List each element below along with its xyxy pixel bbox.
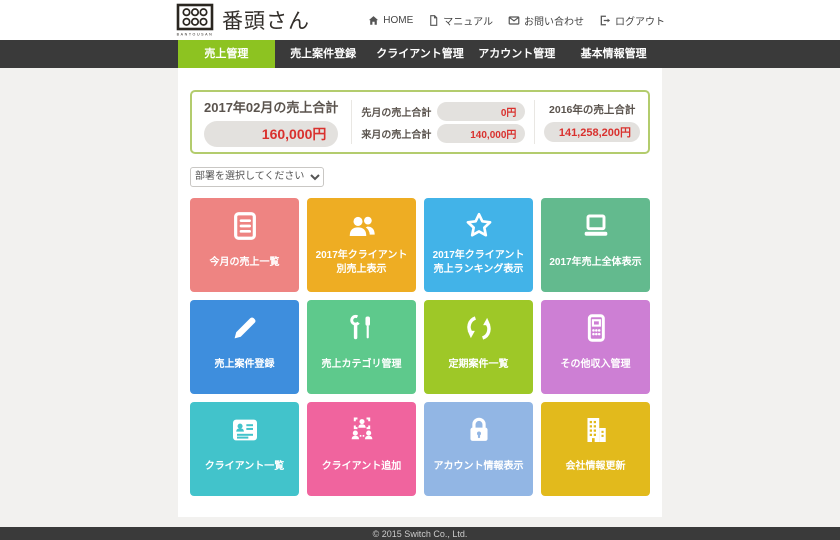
tile-recurring-items[interactable]: 定期案件一覧 bbox=[424, 300, 533, 394]
lock-icon bbox=[463, 413, 495, 447]
add-client-icon bbox=[346, 413, 378, 447]
manual-link[interactable]: マニュアル bbox=[428, 13, 493, 28]
home-link[interactable]: HOME bbox=[368, 15, 413, 26]
users-icon bbox=[346, 209, 378, 243]
tab-basic-info-management[interactable]: 基本情報管理 bbox=[565, 40, 662, 68]
sales-summary-box: 2017年02月の売上合計 160,000円 先月の売上合計 0円 来月の売上合… bbox=[190, 90, 650, 154]
current-month-value: 160,000円 bbox=[204, 121, 338, 147]
menu-tile-grid: 今月の売上一覧 2017年クライアント別売上表示 2017年クライアント売上ラン… bbox=[190, 198, 650, 496]
calculator-icon bbox=[580, 311, 612, 345]
main-nav: 売上管理 売上案件登録 クライアント管理 アカウント管理 基本情報管理 bbox=[0, 40, 840, 68]
tile-account-info[interactable]: アカウント情報表示 bbox=[424, 402, 533, 496]
year-total-value: 141,258,200円 bbox=[544, 122, 640, 142]
logout-icon bbox=[599, 15, 611, 26]
main-area: 2017年02月の売上合計 160,000円 先月の売上合計 0円 来月の売上合… bbox=[0, 68, 840, 527]
adjacent-months-summary: 先月の売上合計 0円 来月の売上合計 140,000円 bbox=[361, 99, 525, 146]
refresh-icon bbox=[463, 311, 495, 345]
tab-sales-entry[interactable]: 売上案件登録 bbox=[275, 40, 372, 68]
home-icon bbox=[368, 15, 379, 26]
building-icon bbox=[580, 413, 612, 447]
envelope-icon bbox=[508, 15, 520, 26]
tile-overall-sales-2017[interactable]: 2017年売上全体表示 bbox=[541, 198, 650, 292]
pencil-icon bbox=[229, 311, 261, 345]
utility-nav: HOME マニュアル お問い合わせ ログアウト bbox=[368, 13, 665, 28]
next-month-value: 140,000円 bbox=[437, 124, 525, 143]
tile-client-ranking-2017[interactable]: 2017年クライアント売上ランキング表示 bbox=[424, 198, 533, 292]
tab-client-management[interactable]: クライアント管理 bbox=[372, 40, 469, 68]
content-card: 2017年02月の売上合計 160,000円 先月の売上合計 0円 来月の売上合… bbox=[178, 68, 662, 517]
tab-sales-management[interactable]: 売上管理 bbox=[178, 40, 275, 68]
tools-icon bbox=[346, 311, 378, 345]
prev-month-value: 0円 bbox=[437, 102, 525, 121]
current-month-label: 2017年02月の売上合計 bbox=[204, 97, 338, 116]
tile-client-list[interactable]: クライアント一覧 bbox=[190, 402, 299, 496]
app-logo[interactable]: BANTOUSAN 番頭さん bbox=[175, 3, 310, 37]
tile-add-client[interactable]: クライアント追加 bbox=[307, 402, 416, 496]
tile-sales-category-management[interactable]: 売上カテゴリ管理 bbox=[307, 300, 416, 394]
laptop-icon bbox=[580, 209, 612, 243]
tab-account-management[interactable]: アカウント管理 bbox=[468, 40, 565, 68]
next-month-label: 来月の売上合計 bbox=[361, 126, 431, 141]
footer: © 2015 Switch Co., Ltd. bbox=[0, 527, 840, 540]
year-summary: 2016年の売上合計 141,258,200円 bbox=[544, 102, 640, 142]
star-icon bbox=[463, 209, 495, 243]
tile-client-sales-2017[interactable]: 2017年クライアント別売上表示 bbox=[307, 198, 416, 292]
tile-other-income-management[interactable]: その他収入管理 bbox=[541, 300, 650, 394]
divider bbox=[351, 100, 352, 144]
tile-sales-entry[interactable]: 売上案件登録 bbox=[190, 300, 299, 394]
year-total-label: 2016年の売上合計 bbox=[544, 102, 640, 117]
current-month-summary: 2017年02月の売上合計 160,000円 bbox=[200, 97, 342, 147]
abacus-logo-icon: BANTOUSAN bbox=[175, 3, 215, 37]
logout-link[interactable]: ログアウト bbox=[599, 13, 665, 28]
filter-row: 部署を選択してください bbox=[190, 166, 650, 187]
divider bbox=[534, 100, 535, 144]
contact-link[interactable]: お問い合わせ bbox=[508, 13, 584, 28]
header: BANTOUSAN 番頭さん HOME マニュアル お問い合わせ ログアウト bbox=[0, 0, 840, 40]
logo-subtitle: BANTOUSAN bbox=[177, 33, 214, 37]
tile-monthly-sales-list[interactable]: 今月の売上一覧 bbox=[190, 198, 299, 292]
address-card-icon bbox=[229, 413, 261, 447]
manual-document-icon bbox=[428, 15, 439, 26]
department-select[interactable]: 部署を選択してください bbox=[190, 167, 324, 187]
app-title: 番頭さん bbox=[222, 5, 310, 35]
copyright-text: © 2015 Switch Co., Ltd. bbox=[373, 529, 468, 539]
prev-month-label: 先月の売上合計 bbox=[361, 104, 431, 119]
list-document-icon bbox=[229, 209, 261, 243]
tile-company-info-update[interactable]: 会社情報更新 bbox=[541, 402, 650, 496]
